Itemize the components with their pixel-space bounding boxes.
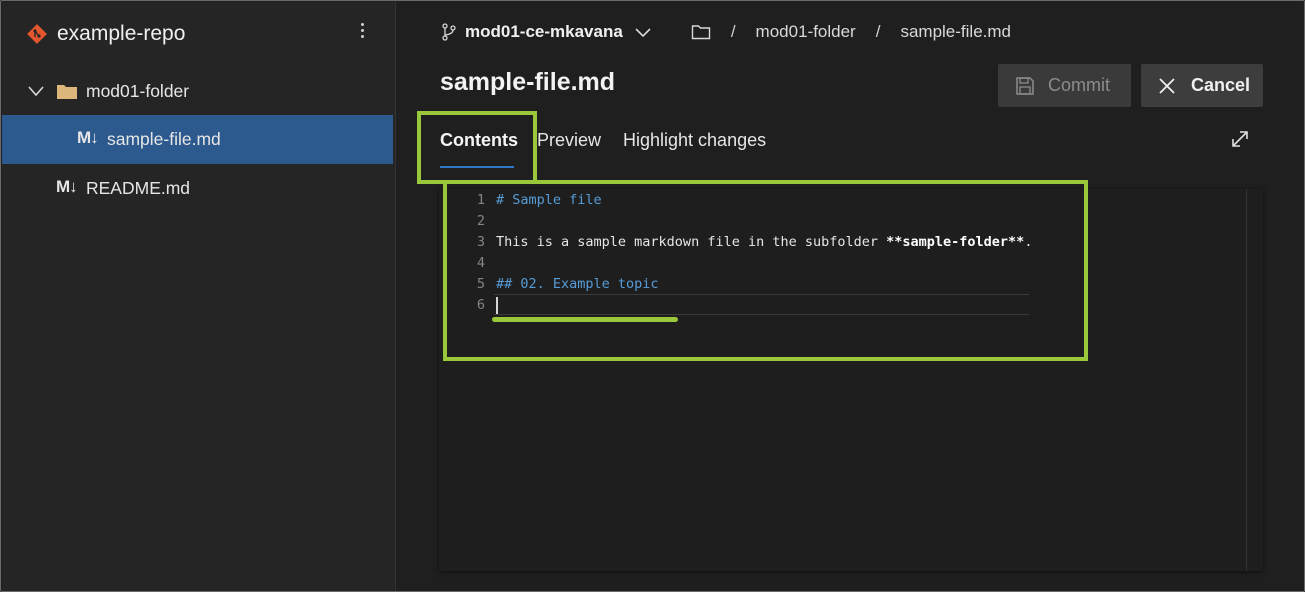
expand-icon[interactable]	[1230, 129, 1250, 149]
folder-outline-icon[interactable]	[691, 24, 711, 40]
breadcrumb-separator: /	[730, 22, 736, 41]
breadcrumb-folder[interactable]: mod01-folder	[756, 22, 856, 42]
commit-button[interactable]: Commit	[998, 64, 1131, 107]
cancel-label: Cancel	[1191, 75, 1251, 95]
tree-item-sample-file[interactable]: M↓ sample-file.md	[2, 115, 393, 164]
breadcrumb: mod01-ce-mkavana / mod01-folder / sample…	[441, 20, 1011, 44]
tab-preview[interactable]: Preview	[537, 130, 601, 151]
main-panel: mod01-ce-mkavana / mod01-folder / sample…	[397, 2, 1304, 591]
window-frame: example-repo mod01-folder M↓ sample-file…	[0, 0, 1305, 592]
tree-item-label: sample-file.md	[107, 129, 221, 149]
folder-icon	[57, 85, 77, 99]
repo-name[interactable]: example-repo	[57, 22, 185, 46]
breadcrumb-file[interactable]: sample-file.md	[900, 22, 1011, 42]
breadcrumb-separator: /	[875, 22, 881, 41]
editor-scrollbar[interactable]	[1246, 189, 1247, 571]
save-icon	[1016, 76, 1034, 95]
tree-item-folder[interactable]: mod01-folder	[2, 67, 393, 116]
git-repo-icon	[27, 24, 47, 44]
markdown-icon: M↓	[56, 177, 78, 196]
branch-icon	[442, 23, 456, 41]
tree-item-readme[interactable]: M↓ README.md	[2, 164, 393, 213]
tree-item-label: mod01-folder	[86, 81, 190, 101]
close-icon	[1159, 77, 1175, 94]
commit-label: Commit	[1048, 75, 1110, 95]
annotation-highlight-tab	[417, 111, 537, 184]
repo-header: example-repo	[2, 2, 396, 64]
chevron-down-icon[interactable]	[27, 84, 45, 98]
cancel-button[interactable]: Cancel	[1141, 64, 1263, 107]
file-explorer-sidebar: example-repo mod01-folder M↓ sample-file…	[2, 2, 396, 591]
page-title: sample-file.md	[440, 68, 616, 96]
markdown-icon: M↓	[77, 128, 99, 147]
tree-item-label: README.md	[86, 178, 191, 198]
more-options-icon[interactable]	[353, 20, 371, 46]
tab-highlight-changes[interactable]: Highlight changes	[623, 130, 766, 151]
annotation-highlight-code	[443, 180, 1088, 361]
branch-selector[interactable]: mod01-ce-mkavana	[465, 22, 623, 42]
chevron-down-icon[interactable]	[635, 26, 651, 38]
